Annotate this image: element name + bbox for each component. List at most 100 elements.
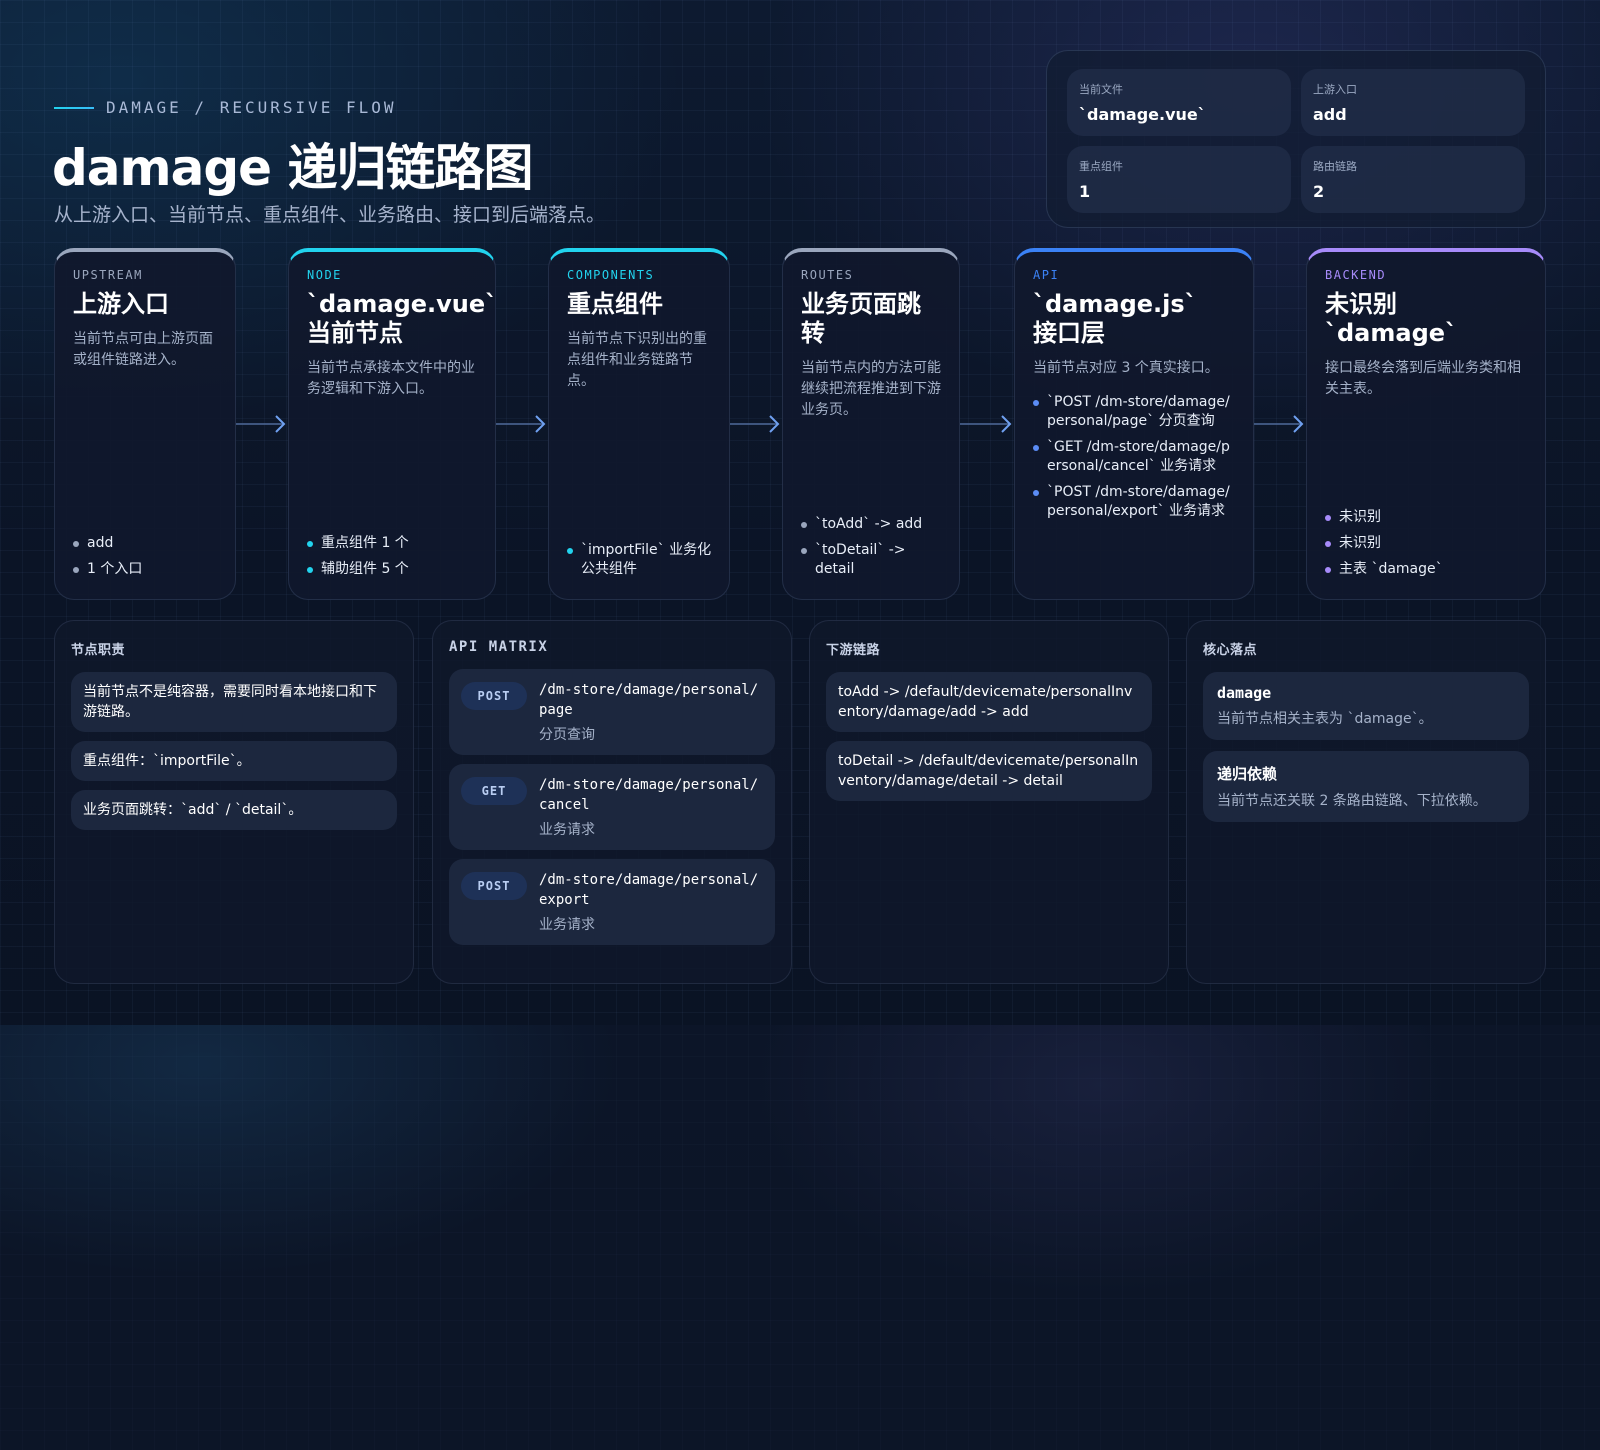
api-row-body: /dm-store/damage/personal/cancel 业务请求	[539, 775, 763, 839]
card-title-line: 接口层	[1033, 319, 1105, 347]
arrow-right-icon	[496, 415, 546, 433]
card-description: 当前节点内的方法可能继续把流程推进到下游业务页。	[801, 360, 941, 418]
arrow-right-icon	[960, 415, 1012, 433]
list-item: 主表 `damage`	[1325, 560, 1531, 579]
panel-heading: 核心落点	[1203, 643, 1258, 658]
api-row: POST /dm-store/damage/personal/export 业务…	[449, 859, 775, 945]
page-subtitle: 从上游入口、当前节点、重点组件、业务路由、接口到后端落点。	[54, 204, 606, 226]
panel-heading: API MATRIX	[449, 639, 549, 655]
api-list-item: `POST /dm-store/damage/personal/page` 分页…	[1033, 393, 1235, 431]
stat-key-components: 重点组件 1	[1067, 146, 1291, 213]
card-list: `importFile` 业务化公共组件	[567, 534, 715, 579]
responsibility-item: 业务页面跳转：`add` / `detail`。	[71, 790, 397, 830]
eyebrow-text: DAMAGE / RECURSIVE FLOW	[106, 98, 397, 117]
flow-card-api: API `damage.js` 接口层 当前节点对应 3 个真实接口。 `POST…	[1014, 248, 1254, 600]
core-item: damage 当前节点相关主表为 `damage`。	[1203, 672, 1529, 740]
method-badge: POST	[461, 872, 527, 900]
card-description: 当前节点下识别出的重点组件和业务链路节点。	[567, 331, 707, 389]
api-path: /dm-store/damage/personal/page	[539, 682, 759, 718]
card-list: 未识别 未识别 主表 `damage`	[1325, 501, 1531, 579]
list-item: 辅助组件 5 个	[307, 560, 481, 579]
card-title: 重点组件	[567, 290, 663, 318]
card-title: 业务页面跳转	[801, 290, 921, 347]
panel-heading: 节点职责	[71, 643, 126, 658]
api-path: /dm-store/damage/personal/cancel	[539, 777, 759, 813]
core-item-description: 当前节点还关联 2 条路由链路、下拉依赖。	[1217, 793, 1487, 809]
api-row-body: /dm-store/damage/personal/export 业务请求	[539, 870, 763, 934]
core-item-description: 当前节点相关主表为 `damage`。	[1217, 711, 1433, 727]
card-description: 当前节点可由上游页面或组件链路进入。	[73, 331, 213, 368]
stat-label: 上游入口	[1313, 83, 1357, 96]
stat-label: 重点组件	[1079, 160, 1123, 173]
stat-value: add	[1313, 105, 1347, 124]
list-item: 未识别	[1325, 508, 1531, 527]
card-description: 当前节点承接本文件中的业务逻辑和下游入口。	[307, 360, 475, 397]
stat-route-links: 路由链路 2	[1301, 146, 1525, 213]
card-list: add 1 个入口	[73, 527, 221, 579]
api-row-body: /dm-store/damage/personal/page 分页查询	[539, 680, 763, 744]
card-title: 上游入口	[73, 290, 169, 318]
flow-card-upstream: UPSTREAM 上游入口 当前节点可由上游页面或组件链路进入。 add 1 个…	[54, 248, 236, 600]
flow-card-backend: BACKEND 未识别 `damage` 接口最终会落到后端业务类和相关主表。 未…	[1306, 248, 1546, 600]
card-description: 当前节点对应 3 个真实接口。	[1033, 360, 1219, 376]
api-description: 业务请求	[539, 822, 595, 838]
api-description: 业务请求	[539, 917, 595, 933]
stat-label: 路由链路	[1313, 160, 1357, 173]
eyebrow: DAMAGE / RECURSIVE FLOW	[54, 98, 397, 117]
card-title-line: `damage.vue`	[307, 290, 496, 318]
arrow-right-icon	[1254, 415, 1304, 433]
list-item: 未识别	[1325, 534, 1531, 553]
core-item-title: damage	[1217, 684, 1272, 702]
panel-node-responsibilities: 节点职责 当前节点不是纯容器，需要同时看本地接口和下游链路。 重点组件：`imp…	[54, 620, 414, 984]
core-item: 递归依赖 当前节点还关联 2 条路由链路、下拉依赖。	[1203, 751, 1529, 822]
api-description: 分页查询	[539, 727, 595, 743]
stat-value: 2	[1313, 182, 1325, 201]
list-item: 重点组件 1 个	[307, 534, 481, 553]
card-title: `damage.vue` 当前节点	[307, 290, 495, 348]
card-title: 未识别 `damage`	[1325, 290, 1527, 348]
card-list: `toAdd` -> add `toDetail` -> detail	[801, 508, 945, 579]
list-item: 1 个入口	[73, 560, 221, 579]
lower-background-band	[0, 1025, 1600, 1450]
stat-value: `damage.vue`	[1079, 105, 1206, 124]
panel-core-landing: 核心落点 damage 当前节点相关主表为 `damage`。 递归依赖 当前节…	[1186, 620, 1546, 984]
route-item: toAdd -> /default/devicemate/personalInv…	[826, 672, 1152, 732]
card-kicker: NODE	[307, 268, 342, 282]
list-item: add	[73, 534, 221, 553]
responsibility-item: 当前节点不是纯容器，需要同时看本地接口和下游链路。	[71, 672, 397, 732]
card-kicker: COMPONENTS	[567, 268, 655, 282]
flow-card-components: COMPONENTS 重点组件 当前节点下识别出的重点组件和业务链路节点。 `i…	[548, 248, 730, 600]
summary-panel: 当前文件 `damage.vue` 上游入口 add 重点组件 1 路由链路 2	[1046, 50, 1546, 228]
stat-value: 1	[1079, 182, 1091, 201]
api-row: GET /dm-store/damage/personal/cancel 业务请…	[449, 764, 775, 850]
card-kicker: API	[1033, 268, 1060, 282]
api-row: POST /dm-store/damage/personal/page 分页查询	[449, 669, 775, 755]
api-path: /dm-store/damage/personal/export	[539, 872, 759, 908]
list-item: `toDetail` -> detail	[801, 541, 945, 579]
flow-card-node: NODE `damage.vue` 当前节点 当前节点承接本文件中的业务逻辑和下游…	[288, 248, 496, 600]
card-list: 重点组件 1 个 辅助组件 5 个	[307, 527, 481, 579]
arrow-right-icon	[236, 415, 286, 433]
card-description: 接口最终会落到后端业务类和相关主表。	[1325, 360, 1521, 397]
page-title: damage 递归链路图	[52, 139, 533, 197]
card-kicker: BACKEND	[1325, 268, 1387, 282]
panel-downstream-links: 下游链路 toAdd -> /default/devicemate/person…	[809, 620, 1169, 984]
panel-api-matrix: API MATRIX POST /dm-store/damage/persona…	[432, 620, 792, 984]
route-item: toDetail -> /default/devicemate/personal…	[826, 741, 1152, 801]
card-title-line: `damage`	[1325, 319, 1458, 347]
card-title: `damage.js` 接口层	[1033, 290, 1235, 348]
card-title-line: `damage.js`	[1033, 290, 1197, 318]
api-list: `POST /dm-store/damage/personal/page` 分页…	[1033, 393, 1235, 521]
api-list-item: `POST /dm-store/damage/personal/export` …	[1033, 483, 1235, 521]
list-item: `importFile` 业务化公共组件	[567, 541, 715, 579]
responsibility-item: 重点组件：`importFile`。	[71, 741, 397, 781]
card-title-line: 当前节点	[307, 319, 403, 347]
card-kicker: UPSTREAM	[73, 268, 143, 282]
arrow-right-icon	[730, 415, 780, 433]
method-badge: POST	[461, 682, 527, 710]
method-badge: GET	[461, 777, 527, 805]
core-item-title: 递归依赖	[1217, 765, 1278, 783]
list-item: `toAdd` -> add	[801, 515, 945, 534]
api-list-item: `GET /dm-store/damage/personal/cancel` 业…	[1033, 438, 1235, 476]
stat-upstream-entry: 上游入口 add	[1301, 69, 1525, 136]
